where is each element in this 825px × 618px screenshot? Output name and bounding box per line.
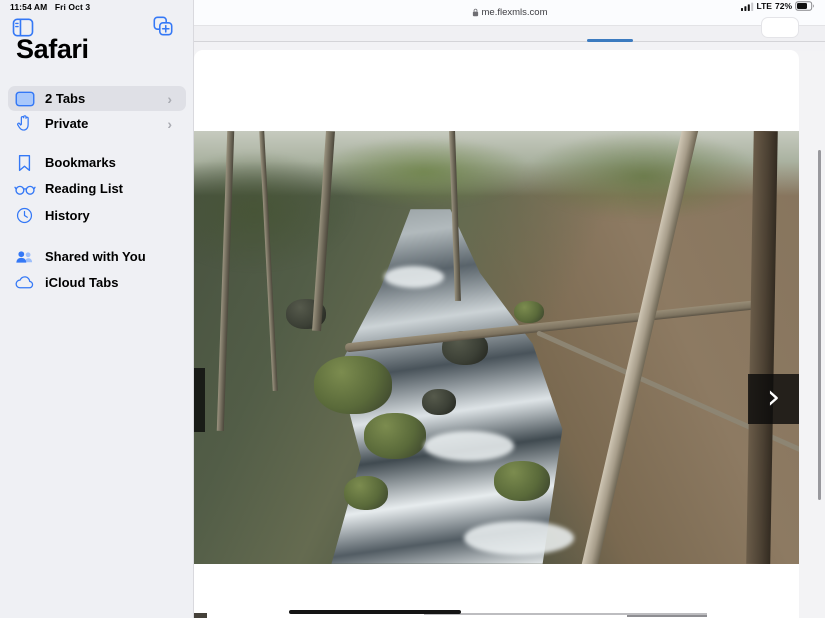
sidebar-item-label: 2 Tabs (45, 91, 167, 106)
sidebar-item-reading-list[interactable]: Reading List (8, 176, 186, 201)
sidebar-item-label: Reading List (45, 181, 186, 196)
photo-water-foam (464, 521, 574, 555)
filmstrip-thumbnail-fragment (194, 613, 207, 618)
bookmark-icon (12, 153, 37, 173)
new-tab-group-button[interactable] (150, 14, 176, 38)
sidebar-item-bookmarks[interactable]: Bookmarks (8, 150, 186, 175)
sidebar-item-shared-with-you[interactable]: Shared with You (8, 244, 186, 269)
cloud-icon (12, 273, 37, 293)
status-time: 11:54 AM (10, 2, 47, 12)
photo-water-foam (424, 431, 514, 461)
horizontal-scrollbar-thumb[interactable] (289, 610, 461, 614)
sidebar-item-label: History (45, 208, 186, 223)
chevron-right-icon: › (167, 117, 172, 131)
photo-foliage-texture (524, 131, 764, 221)
chevron-right-icon: › (767, 380, 781, 414)
photo-rock-texture (364, 413, 426, 459)
listing-photo: › 05/05/2017 08:48 (194, 131, 799, 564)
clock-icon (12, 206, 37, 226)
sidebar-item-label: Private (45, 116, 167, 131)
status-date: Fri Oct 3 (55, 2, 90, 12)
shared-people-icon (12, 247, 37, 267)
url-text: me.flexmls.com (482, 7, 548, 18)
vertical-scrollbar[interactable] (818, 150, 821, 500)
chevron-right-icon: › (167, 92, 172, 106)
address-bar[interactable]: me.flexmls.com (194, 7, 825, 18)
sidebar-item-label: iCloud Tabs (45, 275, 186, 290)
sidebar-item-history[interactable]: History (8, 203, 186, 228)
ipad-screen: 11:54 AM Fri Oct 3 (0, 0, 825, 618)
photo-rock-texture (344, 476, 388, 510)
sidebar-item-tabs[interactable]: 2 Tabs › (8, 86, 186, 111)
previous-photo-button[interactable] (194, 368, 205, 432)
tabs-icon (12, 89, 37, 109)
photo-water-foam (384, 266, 444, 288)
lock-icon (472, 8, 479, 17)
glasses-icon (12, 179, 37, 199)
sidebar-title: Safari (16, 34, 89, 65)
partial-tab-button[interactable] (761, 17, 799, 38)
new-tab-group-icon (152, 15, 174, 37)
next-photo-button[interactable]: › (748, 374, 799, 424)
photo-rock-texture (314, 356, 392, 414)
private-hand-icon (12, 114, 37, 134)
browser-main: LTE 72% me.flexmls.com (194, 0, 825, 618)
safari-sidebar: 11:54 AM Fri Oct 3 (0, 0, 194, 618)
tab-bar[interactable] (194, 25, 825, 42)
photo-rock-texture (514, 301, 544, 323)
webpage-content: › 05/05/2017 08:48 (194, 50, 799, 618)
sidebar-item-private[interactable]: Private › (8, 111, 186, 136)
sidebar-item-label: Shared with You (45, 249, 186, 264)
statusbar-left: 11:54 AM Fri Oct 3 (10, 2, 90, 12)
sidebar-item-label: Bookmarks (45, 155, 186, 170)
horizontal-scrollbar-segment (627, 615, 707, 617)
photo-rock-texture (422, 389, 456, 415)
photo-rock-texture (494, 461, 550, 501)
sidebar-item-icloud-tabs[interactable]: iCloud Tabs (8, 270, 186, 295)
